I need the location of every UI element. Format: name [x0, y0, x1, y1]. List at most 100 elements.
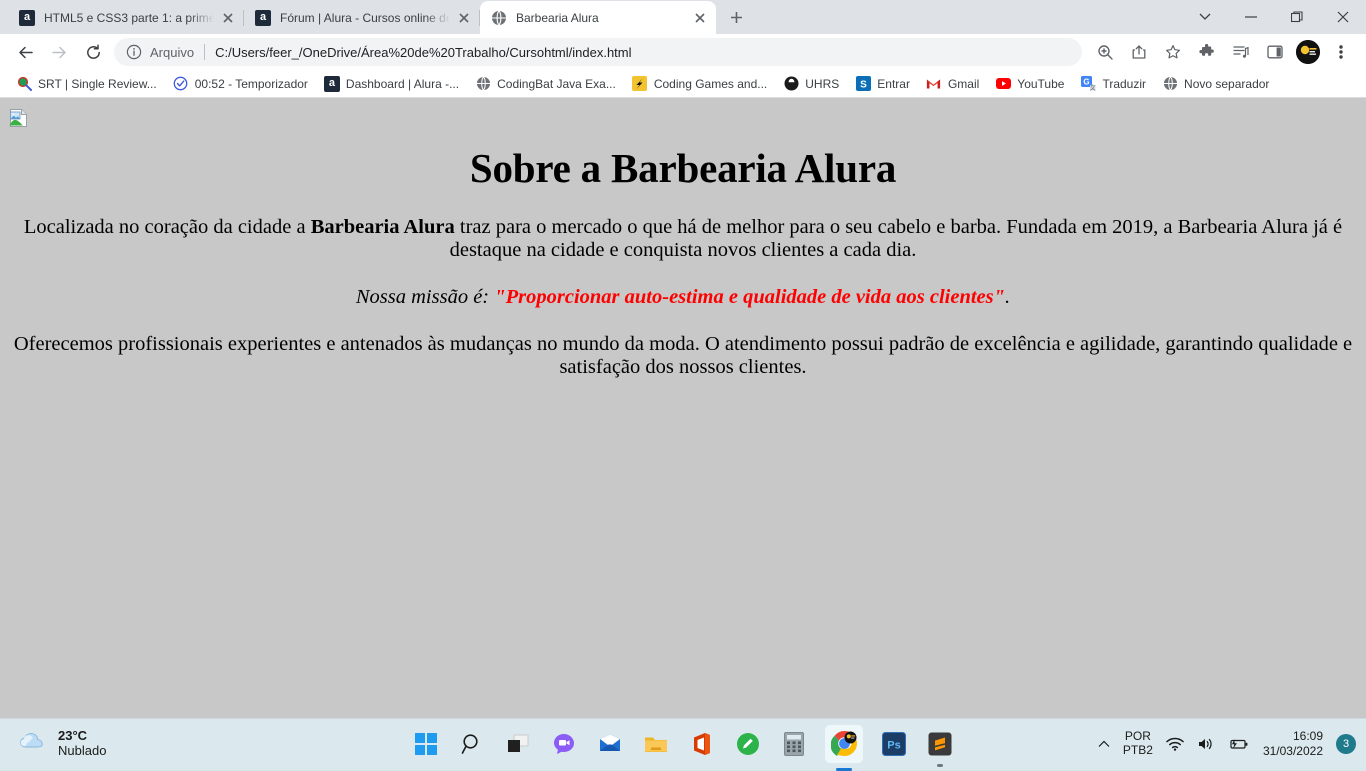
paragraph-about-bold: Barbearia Alura: [311, 216, 455, 238]
windows-taskbar: 23°C Nublado: [0, 718, 1366, 768]
bookmark-temporizador[interactable]: 00:52 - Temporizador: [165, 73, 316, 95]
photoshop-icon[interactable]: Ps: [879, 729, 909, 759]
bookmark-dashboard-alura[interactable]: a Dashboard | Alura -...: [316, 73, 467, 95]
close-icon[interactable]: [456, 10, 472, 26]
page-content: Sobre a Barbearia Alura Localizada no co…: [0, 98, 1366, 379]
zoom-icon[interactable]: [1091, 38, 1119, 66]
bookmark-label: Gmail: [948, 77, 979, 91]
close-icon[interactable]: [1320, 0, 1366, 34]
gmail-icon: [926, 76, 942, 92]
sublime-icon[interactable]: [925, 729, 955, 759]
svg-text:S: S: [860, 79, 867, 90]
url-text: C:/Users/feer_/OneDrive/Área%20de%20Trab…: [215, 45, 631, 60]
paragraph-about-prefix: Localizada no coração da cidade a: [24, 216, 311, 238]
chat-icon[interactable]: [549, 729, 579, 759]
bookmark-traduzir[interactable]: G 文 Traduzir: [1072, 73, 1154, 95]
bookmark-coding-games[interactable]: Coding Games and...: [624, 73, 775, 95]
window-controls: [1182, 0, 1366, 34]
taskbar-app-icons: Ps: [411, 725, 955, 763]
alura-icon: a: [19, 10, 35, 26]
url-scheme-label: Arquivo: [150, 45, 194, 60]
tab-strip: a HTML5 e CSS3 parte 1: a primeira a Fór…: [0, 0, 1366, 34]
alura-icon: a: [324, 76, 340, 92]
translate-icon: G 文: [1080, 76, 1096, 92]
close-icon[interactable]: [692, 10, 708, 26]
omnibox-divider: [204, 44, 205, 60]
chevron-up-icon[interactable]: [1098, 740, 1110, 748]
bookmark-label: Entrar: [877, 77, 910, 91]
info-circle-icon[interactable]: [126, 44, 142, 60]
task-view-icon[interactable]: [503, 729, 533, 759]
profile-avatar[interactable]: [1296, 40, 1320, 64]
media-list-icon[interactable]: [1227, 38, 1255, 66]
svg-text:Ps: Ps: [887, 739, 900, 751]
bookmark-entrar[interactable]: S Entrar: [847, 73, 918, 95]
share-icon[interactable]: [1125, 38, 1153, 66]
weather-widget[interactable]: 23°C Nublado: [18, 729, 106, 759]
timer-icon: [173, 76, 189, 92]
bookmark-label: Novo separador: [1184, 77, 1269, 91]
bookmark-codingbat[interactable]: CodingBat Java Exa...: [467, 73, 624, 95]
paragraph-services: Oferecemos profissionais experientes e a…: [8, 333, 1358, 379]
wifi-icon[interactable]: [1166, 737, 1184, 751]
bookmark-uhrs[interactable]: UHRS: [775, 73, 847, 95]
maximize-icon[interactable]: [1274, 0, 1320, 34]
bookmark-srt[interactable]: SRT | Single Review...: [8, 73, 165, 95]
bookmark-label: Traduzir: [1102, 77, 1146, 91]
srt-icon: [16, 76, 32, 92]
windows-start-icon[interactable]: [411, 729, 441, 759]
bookmark-label: YouTube: [1017, 77, 1064, 91]
tab-title: HTML5 e CSS3 parte 1: a primeira: [44, 10, 214, 26]
mail-icon[interactable]: [595, 729, 625, 759]
paragraph-about: Localizada no coração da cidade a Barbea…: [8, 216, 1358, 262]
tab-title: Barbearia Alura: [516, 10, 686, 26]
calculator-icon[interactable]: [779, 729, 809, 759]
speaker-icon[interactable]: [1197, 737, 1215, 751]
search-icon[interactable]: [457, 729, 487, 759]
chrome-icon[interactable]: [825, 725, 863, 763]
new-tab-button[interactable]: [722, 3, 750, 31]
browser-tab-2[interactable]: a Fórum | Alura - Cursos online de: [244, 1, 480, 34]
language-line2: PTB2: [1123, 744, 1153, 758]
forward-arrow-icon[interactable]: [45, 38, 73, 66]
address-bar[interactable]: Arquivo C:/Users/feer_/OneDrive/Área%20d…: [114, 38, 1082, 66]
bookmark-youtube[interactable]: YouTube: [987, 73, 1072, 95]
language-indicator[interactable]: POR PTB2: [1123, 730, 1153, 758]
bookmark-gmail[interactable]: Gmail: [918, 73, 987, 95]
onenote-icon[interactable]: [733, 729, 763, 759]
browser-tab-3[interactable]: Barbearia Alura: [480, 1, 716, 34]
bookmark-label: UHRS: [805, 77, 839, 91]
reload-icon[interactable]: [79, 38, 107, 66]
mission-prefix: Nossa missão é:: [356, 286, 494, 308]
youtube-icon: [995, 76, 1011, 92]
office-icon[interactable]: [687, 729, 717, 759]
star-icon[interactable]: [1159, 38, 1187, 66]
battery-charging-icon[interactable]: [1228, 737, 1250, 751]
back-arrow-icon[interactable]: [11, 38, 39, 66]
bookmark-novo-separador[interactable]: Novo separador: [1154, 73, 1277, 95]
close-icon[interactable]: [220, 10, 236, 26]
minimize-icon[interactable]: [1228, 0, 1274, 34]
bookmark-label: 00:52 - Temporizador: [195, 77, 308, 91]
mission-quote: "Proporcionar auto-estima e qualidade de…: [494, 286, 1005, 308]
notification-badge[interactable]: 3: [1336, 734, 1356, 754]
side-panel-icon[interactable]: [1261, 38, 1289, 66]
clock[interactable]: 16:09 31/03/2022: [1263, 729, 1323, 759]
bookmark-label: CodingBat Java Exa...: [497, 77, 616, 91]
bookmark-label: Coding Games and...: [654, 77, 767, 91]
folder-icon[interactable]: [641, 729, 671, 759]
browser-tab-1[interactable]: a HTML5 e CSS3 parte 1: a primeira: [8, 1, 244, 34]
clock-date: 31/03/2022: [1263, 744, 1323, 759]
codingame-icon: [632, 76, 648, 92]
puzzle-icon[interactable]: [1193, 38, 1221, 66]
tab-title: Fórum | Alura - Cursos online de: [280, 10, 450, 26]
browser-toolbar: Arquivo C:/Users/feer_/OneDrive/Área%20d…: [0, 34, 1366, 70]
page-title: Sobre a Barbearia Alura: [8, 144, 1358, 192]
clock-time: 16:09: [1263, 729, 1323, 744]
three-dot-menu-icon[interactable]: [1327, 38, 1355, 66]
tab-search-icon[interactable]: [1182, 0, 1228, 34]
paragraph-about-suffix: traz para o mercado o que há de melhor p…: [450, 216, 1343, 261]
weather-text: 23°C Nublado: [58, 729, 106, 759]
system-tray: POR PTB2 16:09 31/0: [1098, 729, 1356, 759]
paragraph-mission: Nossa missão é: "Proporcionar auto-estim…: [8, 286, 1358, 309]
